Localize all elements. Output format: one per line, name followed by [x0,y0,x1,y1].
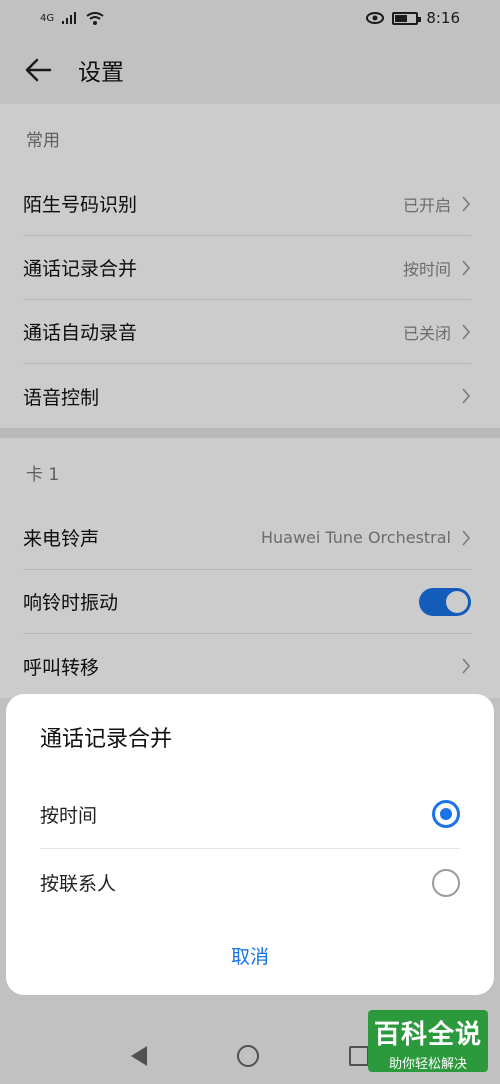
option-label: 按时间 [40,804,98,827]
option-by-contact[interactable]: 按联系人 [40,848,460,916]
call-log-merge-dialog: 通话记录合并 按时间 按联系人 取消 [6,694,494,995]
watermark-main-text: 百科全说 [373,1020,482,1050]
watermark-sub-text: 助你轻松解决 [388,1057,467,1072]
radio-unselected[interactable] [432,868,460,897]
cancel-button[interactable]: 取消 [211,932,289,979]
dialog-title: 通话记录合并 [40,727,173,752]
dialog-actions: 取消 [40,916,460,994]
watermark-logo: 百科全说 助你轻松解决 [368,1010,488,1072]
option-label: 按联系人 [40,873,117,895]
radio-selected[interactable] [432,800,460,828]
option-by-time[interactable]: 按时间 [40,780,460,848]
